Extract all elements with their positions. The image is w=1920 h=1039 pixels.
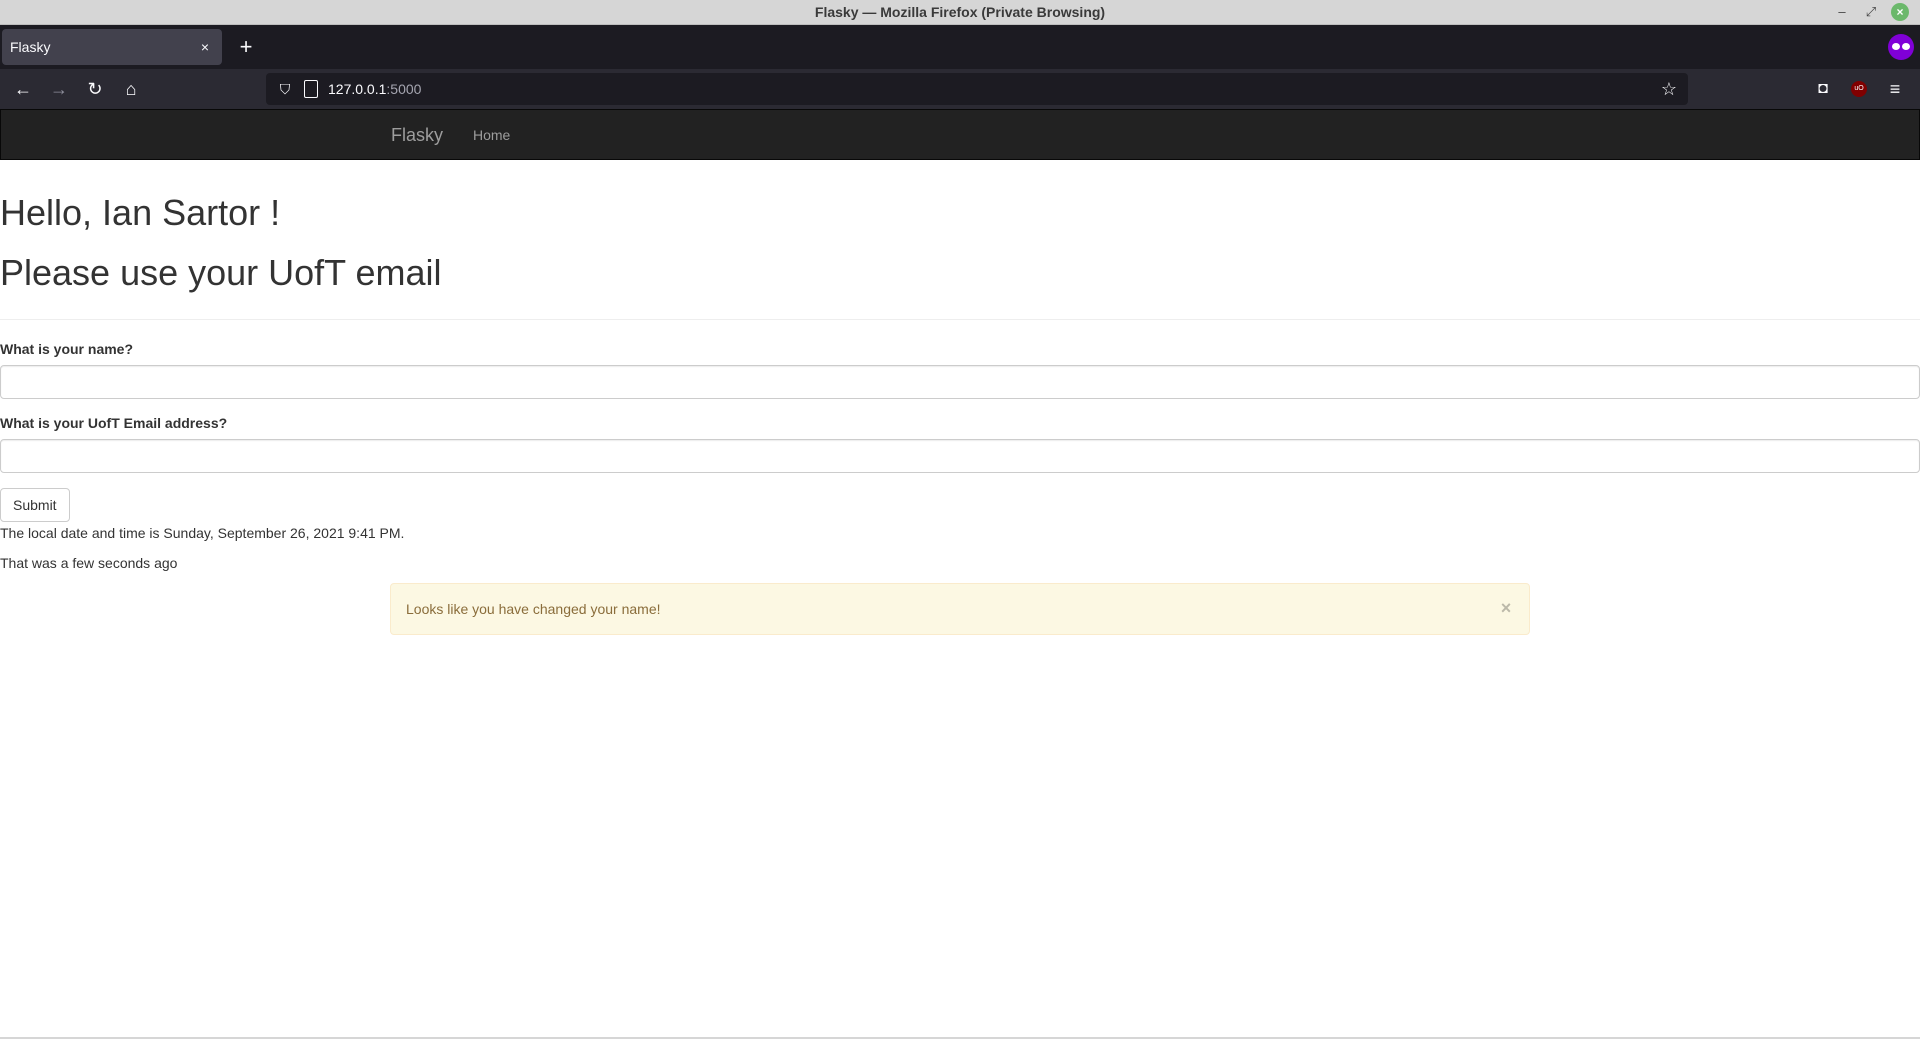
- ublock-icon[interactable]: uO: [1847, 77, 1871, 101]
- local-datetime-text: The local date and time is Sunday, Septe…: [0, 525, 405, 541]
- submit-button[interactable]: Submit: [0, 488, 70, 522]
- flash-alert: Looks like you have changed your name! ×: [390, 583, 1530, 635]
- bookmark-star-icon[interactable]: ☆: [1658, 78, 1680, 100]
- pocket-icon[interactable]: ◘: [1811, 77, 1835, 101]
- url-bar[interactable]: ⛉ 127.0.0.1:5000 ☆: [266, 73, 1688, 105]
- window-titlebar: Flasky — Mozilla Firefox (Private Browsi…: [0, 0, 1920, 25]
- url-port: :5000: [386, 81, 422, 97]
- header-divider: [0, 319, 1920, 320]
- tab-title: Flasky: [10, 39, 51, 55]
- home-icon[interactable]: ⌂: [119, 77, 143, 101]
- email-input[interactable]: [0, 439, 1920, 473]
- name-label: What is your name?: [0, 341, 134, 357]
- name-input[interactable]: [0, 365, 1920, 399]
- subtitle-heading: Please use your UofT email: [0, 252, 442, 293]
- hamburger-menu-icon[interactable]: ≡: [1883, 77, 1907, 101]
- minimize-icon[interactable]: –: [1833, 3, 1851, 21]
- private-browsing-icon: [1888, 34, 1914, 60]
- forward-icon[interactable]: →: [47, 77, 71, 101]
- nav-home-link[interactable]: Home: [473, 110, 510, 160]
- site-navbar: Flasky Home: [0, 109, 1920, 160]
- email-label: What is your UofT Email address?: [0, 415, 228, 431]
- alert-message: Looks like you have changed your name!: [406, 601, 661, 617]
- page-icon[interactable]: [304, 80, 318, 98]
- close-icon[interactable]: ×: [1891, 3, 1909, 21]
- ublock-badge: uO: [1851, 81, 1867, 97]
- reload-icon[interactable]: ↻: [83, 77, 107, 101]
- tab-strip: Flasky × +: [0, 25, 1920, 69]
- window-title: Flasky — Mozilla Firefox (Private Browsi…: [814, 4, 1106, 20]
- relative-time-text: That was a few seconds ago: [0, 555, 178, 571]
- restore-icon[interactable]: ⤢: [1862, 3, 1880, 21]
- page-content: Flasky Home Hello, Ian Sartor ! Please u…: [0, 109, 1920, 1039]
- new-tab-button[interactable]: +: [234, 35, 258, 59]
- alert-close-icon[interactable]: ×: [1497, 598, 1515, 618]
- tab-close-icon[interactable]: ×: [196, 38, 214, 56]
- shield-icon[interactable]: ⛉: [276, 80, 294, 98]
- url-text[interactable]: 127.0.0.1:5000: [328, 73, 421, 105]
- back-icon[interactable]: ←: [11, 77, 35, 101]
- browser-toolbar: ← → ↻ ⌂ ⛉ 127.0.0.1:5000 ☆ ◘ uO ≡: [0, 69, 1920, 109]
- url-host: 127.0.0.1: [328, 81, 387, 97]
- navbar-brand[interactable]: Flasky: [391, 110, 443, 160]
- greeting-heading: Hello, Ian Sartor !: [0, 192, 281, 233]
- tab-flasky[interactable]: Flasky ×: [2, 29, 222, 65]
